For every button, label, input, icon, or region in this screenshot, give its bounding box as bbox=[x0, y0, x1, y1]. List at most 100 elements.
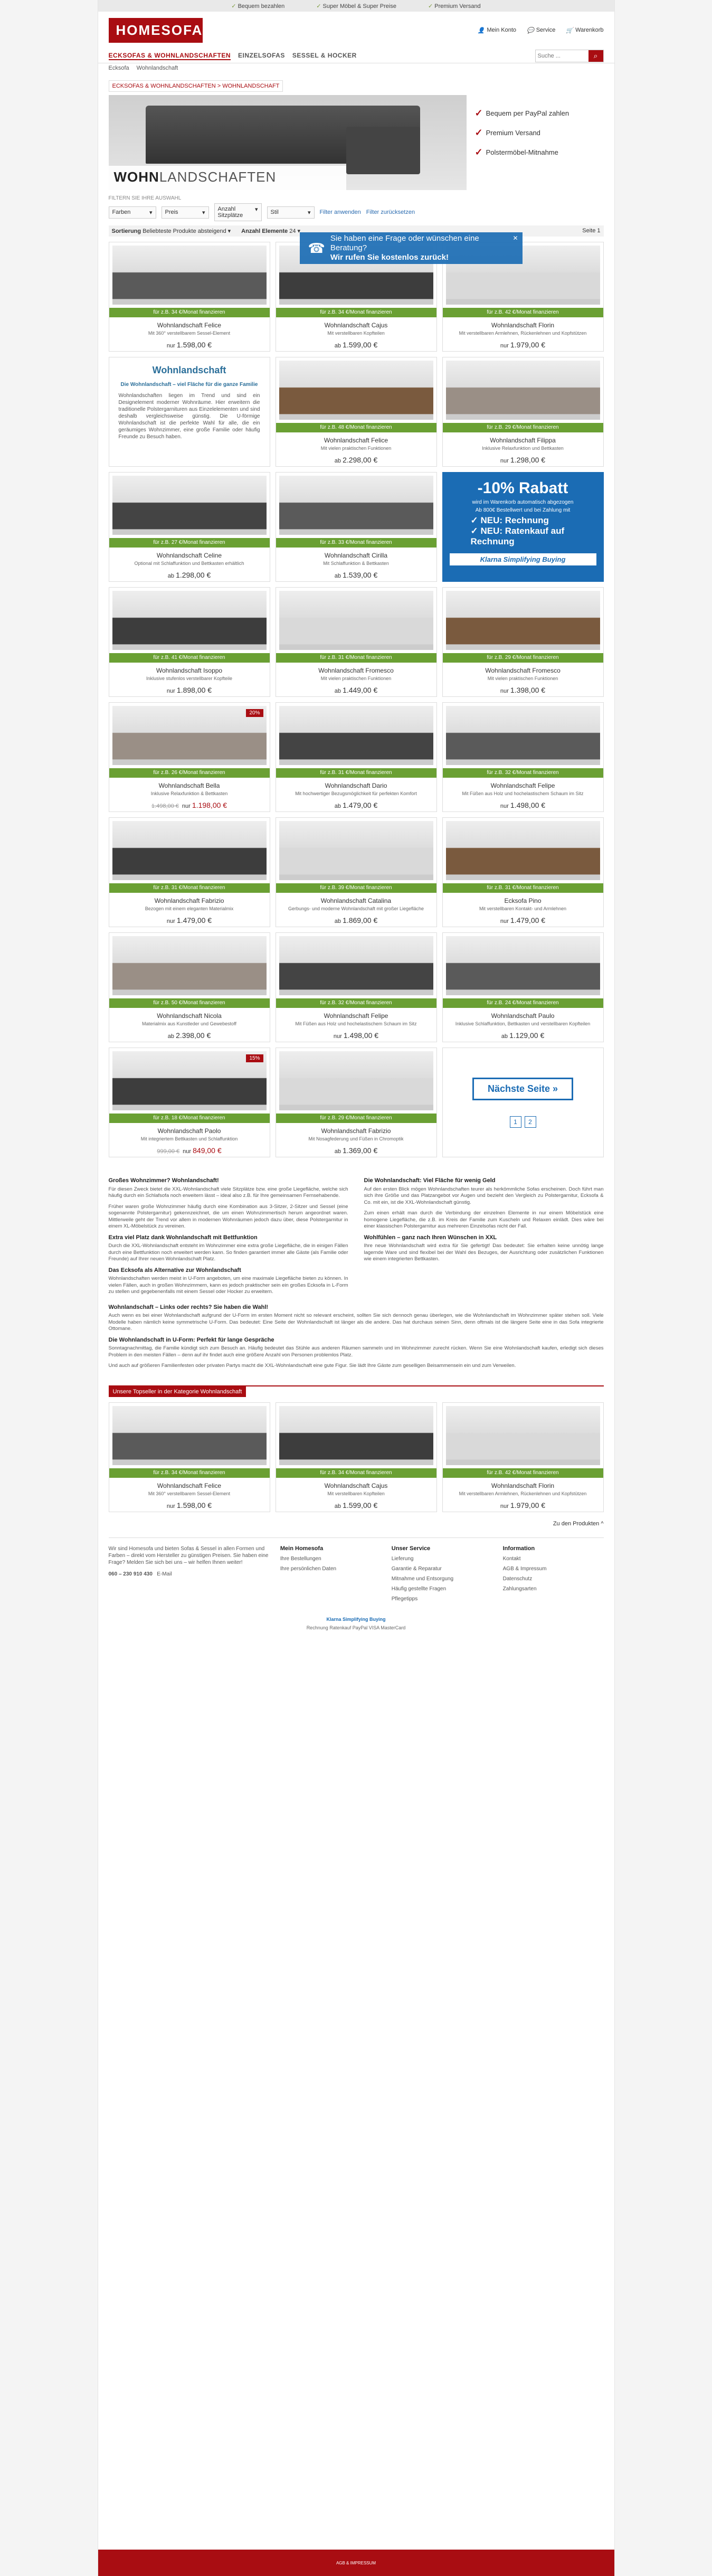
nav-ecksofas[interactable]: ECKSOFAS & WOHNLANDSCHAFTEN bbox=[108, 52, 231, 60]
product-name[interactable]: Wohnlandschaft Felipe bbox=[443, 782, 603, 789]
product-name[interactable]: Wohnlandschaft Fabrizio bbox=[109, 897, 270, 904]
product-name[interactable]: Wohnlandschaft Cirilla bbox=[276, 552, 436, 559]
footer-link[interactable]: AGB & Impressum bbox=[503, 1566, 604, 1572]
back-to-products[interactable]: Zu den Produkten ^ bbox=[109, 1521, 604, 1527]
product-image[interactable] bbox=[112, 476, 267, 535]
product-image[interactable] bbox=[279, 1051, 433, 1110]
product-name[interactable]: Wohnlandschaft Dario bbox=[276, 782, 436, 789]
product-name[interactable]: Wohnlandschaft Felice bbox=[276, 437, 436, 444]
footer-link[interactable]: Lieferung bbox=[392, 1556, 492, 1562]
filter-colors[interactable]: Farben ▾ bbox=[108, 206, 156, 219]
product-image[interactable]: 20% bbox=[112, 706, 267, 765]
financing-bar[interactable]: für z.B. 29 €/Monat finanzieren bbox=[442, 653, 603, 663]
financing-bar[interactable]: für z.B. 29 €/Monat finanzieren bbox=[276, 1114, 436, 1123]
product-image[interactable] bbox=[112, 246, 267, 305]
financing-bar[interactable]: für z.B. 34 €/Monat finanzieren bbox=[276, 1468, 436, 1478]
product-image[interactable] bbox=[112, 591, 267, 650]
financing-bar[interactable]: für z.B. 29 €/Monat finanzieren bbox=[442, 423, 603, 432]
financing-bar[interactable]: für z.B. 32 €/Monat finanzieren bbox=[442, 768, 603, 778]
financing-bar[interactable]: für z.B. 48 €/Monat finanzieren bbox=[276, 423, 436, 432]
filter-seats[interactable]: Anzahl Sitzplätze ▾ bbox=[214, 203, 262, 221]
product-image[interactable] bbox=[279, 361, 433, 420]
financing-bar[interactable]: für z.B. 34 €/Monat finanzieren bbox=[109, 1468, 270, 1478]
financing-bar[interactable]: für z.B. 27 €/Monat finanzieren bbox=[109, 538, 270, 548]
nav-sessel[interactable]: SESSEL & HOCKER bbox=[292, 52, 357, 60]
product-name[interactable]: Wohnlandschaft Felice bbox=[109, 322, 270, 329]
search-input[interactable] bbox=[535, 50, 588, 62]
product-name[interactable]: Wohnlandschaft Felipe bbox=[276, 1012, 436, 1020]
footer-link[interactable]: Garantie & Reparatur bbox=[392, 1566, 492, 1572]
product-card[interactable]: 20% für z.B. 26 €/Monat finanzieren Wohn… bbox=[108, 702, 270, 812]
product-card[interactable]: 15% für z.B. 18 €/Monat finanzieren Wohn… bbox=[108, 1048, 270, 1157]
cart-link[interactable]: 🛒 Warenkorb bbox=[566, 27, 603, 34]
financing-bar[interactable]: für z.B. 24 €/Monat finanzieren bbox=[442, 998, 603, 1008]
product-image[interactable] bbox=[445, 936, 600, 995]
product-image[interactable] bbox=[445, 821, 600, 880]
sort-select[interactable]: Sortierung Beliebteste Produkte absteige… bbox=[112, 228, 231, 234]
product-image[interactable] bbox=[112, 821, 267, 880]
filter-style[interactable]: Stil ▾ bbox=[267, 206, 315, 219]
imprint-link[interactable]: AGB & IMPRESSUM bbox=[336, 2561, 376, 2565]
product-name[interactable]: Wohnlandschaft Cajus bbox=[276, 322, 436, 329]
product-name[interactable]: Wohnlandschaft Fabrizio bbox=[276, 1127, 436, 1135]
footer-link[interactable]: Häufig gestellte Fragen bbox=[392, 1586, 492, 1592]
page-1-button[interactable]: 1 bbox=[509, 1116, 521, 1128]
product-card[interactable]: für z.B. 32 €/Monat finanzieren Wohnland… bbox=[442, 702, 604, 812]
filter-price[interactable]: Preis ▾ bbox=[161, 206, 209, 219]
product-image[interactable] bbox=[112, 1405, 267, 1465]
financing-bar[interactable]: für z.B. 33 €/Monat finanzieren bbox=[276, 538, 436, 548]
product-image[interactable]: 15% bbox=[112, 1051, 267, 1110]
product-image[interactable] bbox=[445, 706, 600, 765]
apply-filter-link[interactable]: Filter anwenden bbox=[320, 209, 361, 215]
callback-popup[interactable]: ☎ Sie haben eine Frage oder wünschen ein… bbox=[299, 232, 523, 264]
product-card[interactable]: für z.B. 31 €/Monat finanzieren Wohnland… bbox=[108, 817, 270, 927]
product-card[interactable]: für z.B. 32 €/Monat finanzieren Wohnland… bbox=[275, 932, 437, 1042]
financing-bar[interactable]: für z.B. 31 €/Monat finanzieren bbox=[442, 883, 603, 893]
product-image[interactable] bbox=[445, 361, 600, 420]
product-image[interactable] bbox=[279, 821, 433, 880]
product-card[interactable]: für z.B. 39 €/Monat finanzieren Wohnland… bbox=[275, 817, 437, 927]
product-card[interactable]: für z.B. 31 €/Monat finanzieren Wohnland… bbox=[275, 587, 437, 697]
product-image[interactable] bbox=[112, 936, 267, 995]
product-name[interactable]: Wohnlandschaft Isoppo bbox=[109, 667, 270, 674]
product-image[interactable] bbox=[279, 706, 433, 765]
financing-bar[interactable]: für z.B. 32 €/Monat finanzieren bbox=[276, 998, 436, 1008]
financing-bar[interactable]: für z.B. 42 €/Monat finanzieren bbox=[442, 308, 603, 317]
product-name[interactable]: Wohnlandschaft Fromesco bbox=[276, 667, 436, 674]
product-name[interactable]: Wohnlandschaft Catalina bbox=[276, 897, 436, 904]
financing-bar[interactable]: für z.B. 39 €/Monat finanzieren bbox=[276, 883, 436, 893]
product-card[interactable]: für z.B. 34 €/Monat finanzieren Wohnland… bbox=[108, 242, 270, 352]
product-name[interactable]: Wohnlandschaft Florin bbox=[443, 1482, 603, 1489]
footer-link[interactable]: Zahlungsarten bbox=[503, 1586, 604, 1592]
breadcrumb[interactable]: ECKSOFAS & WOHNLANDSCHAFTEN > WOHNLANDSC… bbox=[108, 80, 283, 92]
footer-email[interactable]: E-Mail bbox=[157, 1571, 172, 1577]
product-card[interactable]: für z.B. 29 €/Monat finanzieren Wohnland… bbox=[442, 357, 604, 467]
product-image[interactable] bbox=[279, 936, 433, 995]
product-card[interactable]: für z.B. 31 €/Monat finanzieren Wohnland… bbox=[275, 702, 437, 812]
financing-bar[interactable]: für z.B. 31 €/Monat finanzieren bbox=[276, 768, 436, 778]
subnav-wohnlandschaft[interactable]: Wohnlandschaft bbox=[137, 65, 178, 71]
financing-bar[interactable]: für z.B. 18 €/Monat finanzieren bbox=[109, 1114, 270, 1123]
product-name[interactable]: Wohnlandschaft Paolo bbox=[109, 1127, 270, 1135]
financing-bar[interactable]: für z.B. 34 €/Monat finanzieren bbox=[109, 308, 270, 317]
financing-bar[interactable]: für z.B. 31 €/Monat finanzieren bbox=[109, 883, 270, 893]
logo[interactable]: HOMESOFA bbox=[108, 17, 203, 43]
product-card[interactable]: für z.B. 31 €/Monat finanzieren Ecksofa … bbox=[442, 817, 604, 927]
footer-link[interactable]: Ihre persönlichen Daten bbox=[280, 1566, 381, 1572]
financing-bar[interactable]: für z.B. 41 €/Monat finanzieren bbox=[109, 653, 270, 663]
product-image[interactable] bbox=[445, 1405, 600, 1465]
product-card[interactable]: für z.B. 29 €/Monat finanzieren Wohnland… bbox=[275, 1048, 437, 1157]
product-name[interactable]: Wohnlandschaft Celine bbox=[109, 552, 270, 559]
footer-link[interactable]: Kontakt bbox=[503, 1556, 604, 1562]
service-link[interactable]: 💬 Service bbox=[527, 27, 555, 34]
page-select[interactable]: Seite 1 bbox=[582, 228, 600, 234]
klarna-promo[interactable]: -10% Rabatt wird im Warenkorb automatisch… bbox=[442, 472, 604, 582]
financing-bar[interactable]: für z.B. 42 €/Monat finanzieren bbox=[442, 1468, 603, 1478]
footer-link[interactable]: Datenschutz bbox=[503, 1576, 604, 1582]
product-name[interactable]: Wohnlandschaft Paulo bbox=[443, 1012, 603, 1020]
product-name[interactable]: Wohnlandschaft Nicola bbox=[109, 1012, 270, 1020]
product-image[interactable] bbox=[279, 476, 433, 535]
financing-bar[interactable]: für z.B. 31 €/Monat finanzieren bbox=[276, 653, 436, 663]
financing-bar[interactable]: für z.B. 26 €/Monat finanzieren bbox=[109, 768, 270, 778]
product-card[interactable]: für z.B. 48 €/Monat finanzieren Wohnland… bbox=[275, 357, 437, 467]
